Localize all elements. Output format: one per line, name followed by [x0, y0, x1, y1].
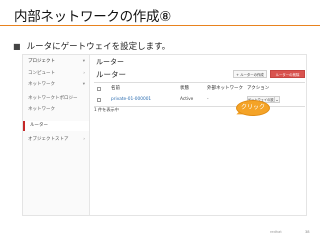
- sidebar-item-object-store[interactable]: オブジェクトストア ›: [23, 135, 89, 145]
- sidebar-item-networks[interactable]: ネットワーク: [23, 105, 89, 115]
- delete-router-button[interactable]: ルーターの削除: [270, 70, 305, 78]
- main-panel: ルーター ルーター + ルーターの作成 ルーターの削除 名前 状態 外部ネットワ…: [89, 55, 306, 215]
- create-router-button[interactable]: + ルーターの作成: [233, 70, 267, 78]
- title-divider: [0, 25, 320, 26]
- sidebar-item-network[interactable]: ネットワーク ▾: [23, 80, 89, 90]
- table-item-count: 1 件を表示中: [94, 107, 119, 112]
- sidebar-item-label: オブジェクトストア: [28, 137, 69, 142]
- router-status: Active: [180, 97, 194, 102]
- sidebar: プロジェクト ▾ コンピュート › ネットワーク ▾ ネットワークトポロジー ネ…: [23, 55, 90, 215]
- router-external-network: -: [207, 97, 209, 102]
- sidebar-item-label: プロジェクト: [28, 59, 55, 64]
- sidebar-item-label: ネットワーク: [28, 107, 55, 112]
- sidebar-item-compute[interactable]: コンピュート ›: [23, 69, 89, 79]
- bullet-icon: ■: [13, 42, 21, 51]
- select-all-checkbox[interactable]: [97, 86, 101, 91]
- page-title: ルーター: [96, 70, 126, 79]
- chevron-down-icon: ▾: [82, 82, 85, 87]
- sidebar-item-routers[interactable]: ルーター: [23, 121, 89, 131]
- footer-brand: redhat: [270, 230, 282, 234]
- sidebar-item-label: コンピュート: [28, 71, 55, 76]
- chevron-right-icon: ›: [83, 137, 85, 142]
- sidebar-item-network-topology[interactable]: ネットワークトポロジー: [23, 94, 89, 104]
- bullet-point: ■ ルータにゲートウェイを設定します。: [13, 40, 170, 52]
- sidebar-item-label: ネットワーク: [28, 82, 55, 87]
- row-checkbox[interactable]: [97, 98, 101, 102]
- column-header-external-network[interactable]: 外部ネットワーク: [207, 83, 243, 94]
- page-number: 38: [305, 230, 310, 234]
- breadcrumb: ルーター: [96, 58, 124, 66]
- column-header-name[interactable]: 名前: [111, 83, 120, 94]
- router-name-link[interactable]: private-01-000001: [111, 94, 151, 106]
- sidebar-item-label: ネットワークトポロジー: [28, 96, 78, 101]
- action-dropdown-toggle[interactable]: [275, 96, 280, 103]
- chevron-down-icon: ▾: [82, 59, 85, 64]
- click-callout: クリック: [236, 100, 270, 116]
- table-row: private-01-000001 Active - ゲートウェイの設定: [94, 94, 305, 107]
- slide-title: 内部ネットワークの作成⑧: [14, 9, 172, 25]
- dashboard-screenshot: プロジェクト ▾ コンピュート › ネットワーク ▾ ネットワークトポロジー ネ…: [22, 54, 307, 216]
- bullet-text: ルータにゲートウェイを設定します。: [26, 42, 171, 52]
- sidebar-item-label: ルーター: [30, 123, 48, 128]
- chevron-right-icon: ›: [83, 71, 85, 76]
- column-header-status[interactable]: 状態: [180, 83, 189, 94]
- sidebar-item-project[interactable]: プロジェクト ▾: [23, 57, 89, 67]
- column-header-actions: アクション: [247, 86, 270, 91]
